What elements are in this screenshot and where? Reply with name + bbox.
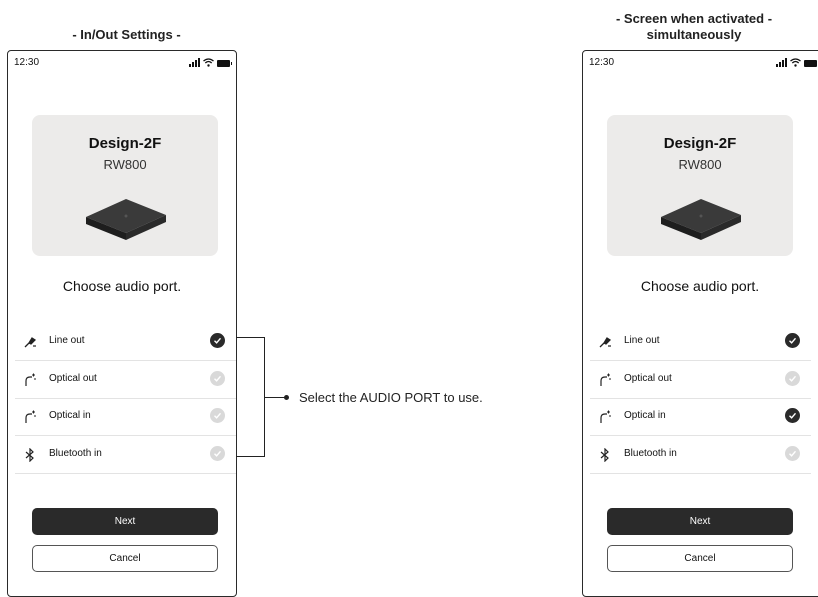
annotation-spacer bbox=[236, 375, 264, 376]
port-row-optical-in[interactable]: Optical in bbox=[590, 398, 811, 436]
port-row-line-out[interactable]: Line out bbox=[15, 323, 236, 361]
line-out-icon bbox=[23, 335, 37, 349]
device-card: Design-2F RW800 bbox=[32, 115, 218, 256]
annotation-text: Select the AUDIO PORT to use. bbox=[299, 390, 483, 405]
status-bar: 12:30 bbox=[589, 57, 817, 71]
device-name: Design-2F bbox=[88, 135, 162, 152]
status-bar: 12:30 bbox=[14, 57, 232, 71]
checkmark-icon[interactable] bbox=[210, 371, 225, 386]
device-name: Design-2F bbox=[663, 135, 737, 152]
device-image bbox=[86, 199, 166, 240]
checkmark-icon[interactable] bbox=[210, 333, 225, 348]
signal-icon bbox=[189, 58, 200, 67]
port-label: Bluetooth in bbox=[49, 448, 102, 459]
port-label: Line out bbox=[624, 335, 660, 346]
signal-icon bbox=[776, 58, 787, 67]
caption-simultaneous: - Screen when activated - simultaneously bbox=[570, 11, 818, 43]
checkmark-icon[interactable] bbox=[210, 408, 225, 423]
port-label: Line out bbox=[49, 335, 85, 346]
annotation-connector bbox=[264, 397, 286, 398]
device-model: RW800 bbox=[103, 157, 147, 172]
phone-screen-left: 12:30 Design-2F RW800 Choose audio port.… bbox=[7, 50, 237, 597]
line-out-icon bbox=[598, 335, 612, 349]
page-title: Choose audio port. bbox=[640, 278, 760, 294]
caption-line-2: simultaneously bbox=[646, 27, 742, 42]
port-label: Optical in bbox=[49, 410, 91, 421]
optical-in-icon bbox=[23, 410, 37, 424]
checkmark-icon[interactable] bbox=[785, 333, 800, 348]
status-time: 12:30 bbox=[589, 57, 615, 68]
checkmark-icon[interactable] bbox=[785, 446, 800, 461]
cancel-button[interactable]: Cancel bbox=[32, 545, 218, 572]
next-button[interactable]: Next bbox=[607, 508, 793, 535]
caption-in-out-settings: - In/Out Settings - bbox=[0, 27, 253, 43]
device-card: Design-2F RW800 bbox=[607, 115, 793, 256]
caption-line-1: - Screen when activated - bbox=[615, 11, 773, 26]
battery-icon bbox=[217, 60, 232, 67]
battery-icon bbox=[804, 60, 817, 67]
port-row-optical-in[interactable]: Optical in bbox=[15, 398, 236, 436]
page-title: Choose audio port. bbox=[62, 278, 182, 294]
port-label: Optical in bbox=[624, 410, 666, 421]
checkmark-icon[interactable] bbox=[785, 371, 800, 386]
port-label: Optical out bbox=[624, 373, 672, 384]
port-row-bluetooth-in[interactable]: Bluetooth in bbox=[15, 436, 236, 474]
bluetooth-icon bbox=[23, 447, 37, 463]
annotation-bracket bbox=[236, 337, 265, 457]
status-time: 12:30 bbox=[14, 57, 40, 68]
status-icons bbox=[776, 57, 817, 67]
status-icons bbox=[189, 57, 232, 67]
annotation-dot bbox=[284, 395, 289, 400]
device-model: RW800 bbox=[678, 157, 722, 172]
next-button[interactable]: Next bbox=[32, 508, 218, 535]
optical-out-icon bbox=[598, 373, 612, 387]
cancel-button[interactable]: Cancel bbox=[607, 545, 793, 572]
optical-in-icon bbox=[598, 410, 612, 424]
bluetooth-icon bbox=[598, 447, 612, 463]
port-row-bluetooth-in[interactable]: Bluetooth in bbox=[590, 436, 811, 474]
caption-text: - In/Out Settings - bbox=[72, 27, 181, 42]
port-row-optical-out[interactable]: Optical out bbox=[15, 361, 236, 399]
optical-out-icon bbox=[23, 373, 37, 387]
port-row-line-out[interactable]: Line out bbox=[590, 323, 811, 361]
checkmark-icon[interactable] bbox=[210, 446, 225, 461]
checkmark-icon[interactable] bbox=[785, 408, 800, 423]
port-row-optical-out[interactable]: Optical out bbox=[590, 361, 811, 399]
wifi-icon bbox=[790, 58, 801, 67]
device-image bbox=[661, 199, 741, 240]
phone-screen-right: 12:30 Design-2F RW800 Choose audio port.… bbox=[582, 50, 818, 597]
port-label: Optical out bbox=[49, 373, 97, 384]
port-label: Bluetooth in bbox=[624, 448, 677, 459]
wifi-icon bbox=[203, 58, 214, 67]
